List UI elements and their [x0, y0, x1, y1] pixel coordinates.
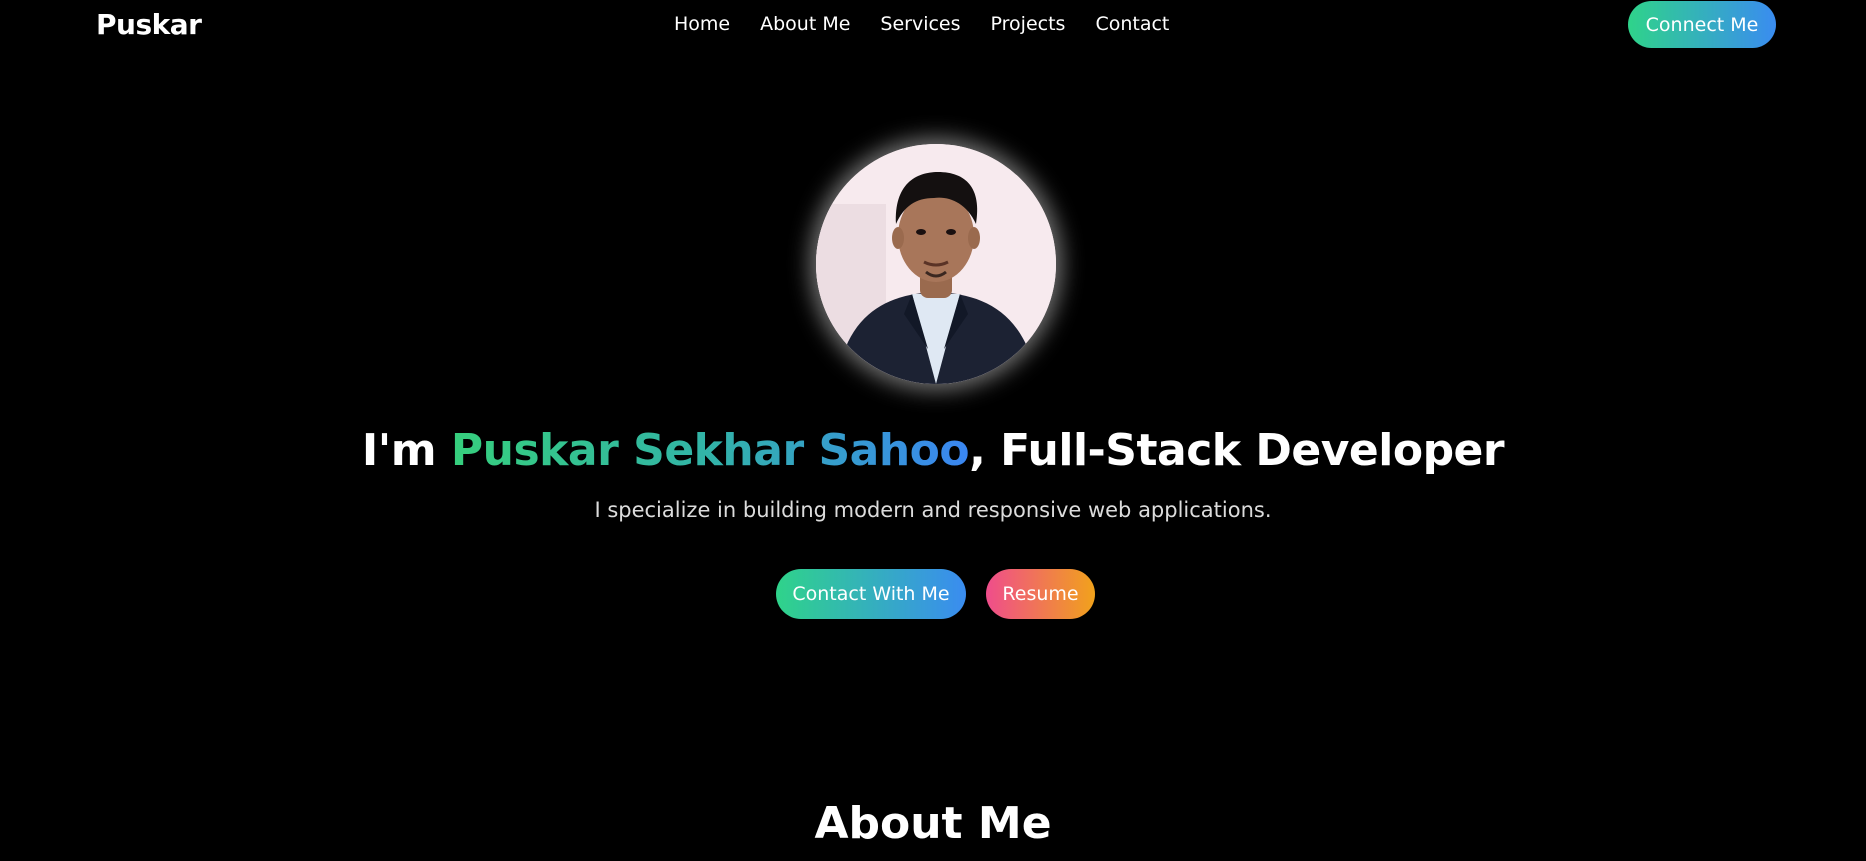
connect-me-button[interactable]: Connect Me	[1628, 1, 1776, 48]
nav-link-services[interactable]: Services	[880, 13, 960, 35]
nav-link-home[interactable]: Home	[674, 13, 730, 35]
headline-name: Puskar Sekhar Sahoo	[450, 425, 970, 476]
nav-link-projects[interactable]: Projects	[991, 13, 1066, 35]
headline-suffix: , Full-Stack Developer	[969, 425, 1505, 476]
brand-logo[interactable]: Puskar	[96, 8, 202, 41]
hero-headline: I'm Puskar Sekhar Sahoo, Full-Stack Deve…	[0, 425, 1866, 476]
profile-avatar	[816, 144, 1056, 384]
resume-button[interactable]: Resume	[986, 569, 1095, 619]
about-section-title: About Me	[814, 798, 1052, 849]
portfolio-page: Puskar Home About Me Services Projects C…	[0, 0, 1866, 861]
nav-link-contact[interactable]: Contact	[1095, 13, 1169, 35]
hero-subtitle: I specialize in building modern and resp…	[594, 498, 1272, 522]
hero-buttons: Contact With Me Resume	[776, 569, 1095, 619]
navbar: Puskar Home About Me Services Projects C…	[0, 0, 1866, 50]
profile-photo	[816, 144, 1056, 384]
nav-links: Home About Me Services Projects Contact	[674, 13, 1169, 35]
headline-prefix: I'm	[361, 425, 451, 476]
nav-link-about[interactable]: About Me	[760, 13, 850, 35]
contact-with-me-button[interactable]: Contact With Me	[776, 569, 966, 619]
